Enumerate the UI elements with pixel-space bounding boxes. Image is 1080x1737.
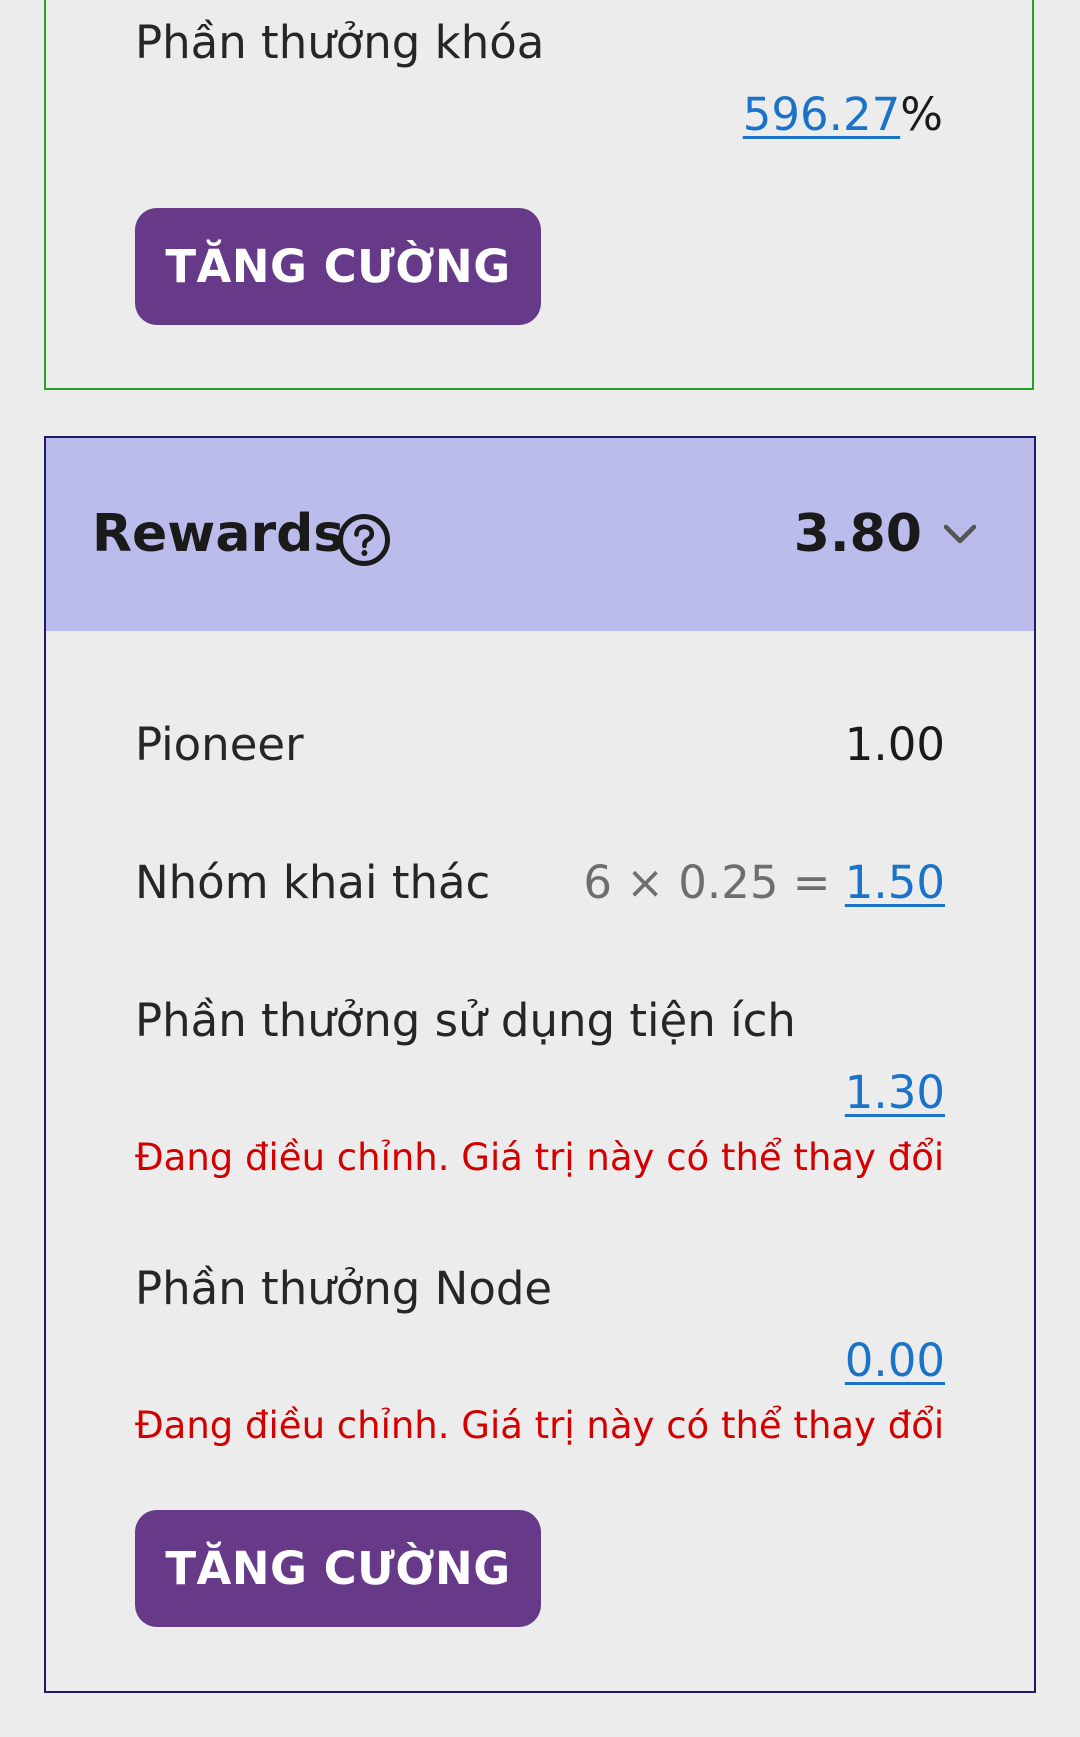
percent-sign: %: [900, 88, 943, 141]
locked-rewards-percent-link[interactable]: 596.27: [743, 88, 900, 141]
pioneer-label: Pioneer: [135, 718, 304, 771]
locked-rewards-card: Phần thưởng khóa 596.27% TĂNG CƯỜNG: [44, 0, 1034, 390]
mining-team-value-link[interactable]: 1.50: [845, 856, 945, 909]
node-rewards-label: Phần thưởng Node: [135, 1262, 553, 1315]
rewards-card: Rewards 3.80 Pioneer 1.00 Nhóm khai thác…: [44, 436, 1036, 1693]
locked-rewards-percent: 596.27%: [743, 86, 943, 144]
utility-rewards-label: Phần thưởng sử dụng tiện ích: [135, 994, 796, 1047]
mining-team-value: 6 × 0.25 = 1.50: [583, 854, 945, 912]
question-circle-icon[interactable]: [337, 513, 391, 567]
pioneer-value: 1.00: [844, 718, 945, 771]
node-rewards-warning: Đang điều chỉnh. Giá trị này có thể thay…: [135, 1404, 945, 1447]
rewards-boost-button[interactable]: TĂNG CƯỜNG: [135, 1510, 541, 1627]
chevron-down-icon[interactable]: [942, 522, 978, 546]
locked-rewards-title: Phần thưởng khóa: [135, 16, 545, 69]
rewards-title: Rewards: [92, 504, 345, 564]
utility-rewards-warning: Đang điều chỉnh. Giá trị này có thể thay…: [135, 1136, 945, 1179]
mining-team-formula: 6 × 0.25 =: [583, 856, 845, 909]
mining-team-label: Nhóm khai thác: [135, 856, 491, 909]
node-rewards-value-link[interactable]: 0.00: [845, 1334, 945, 1387]
rewards-header[interactable]: Rewards 3.80: [46, 438, 1034, 631]
rewards-total: 3.80: [793, 504, 922, 564]
utility-rewards-value: 1.30: [845, 1064, 945, 1122]
utility-rewards-value-link[interactable]: 1.30: [845, 1066, 945, 1119]
node-rewards-value: 0.00: [845, 1332, 945, 1390]
locked-rewards-boost-button[interactable]: TĂNG CƯỜNG: [135, 208, 541, 325]
